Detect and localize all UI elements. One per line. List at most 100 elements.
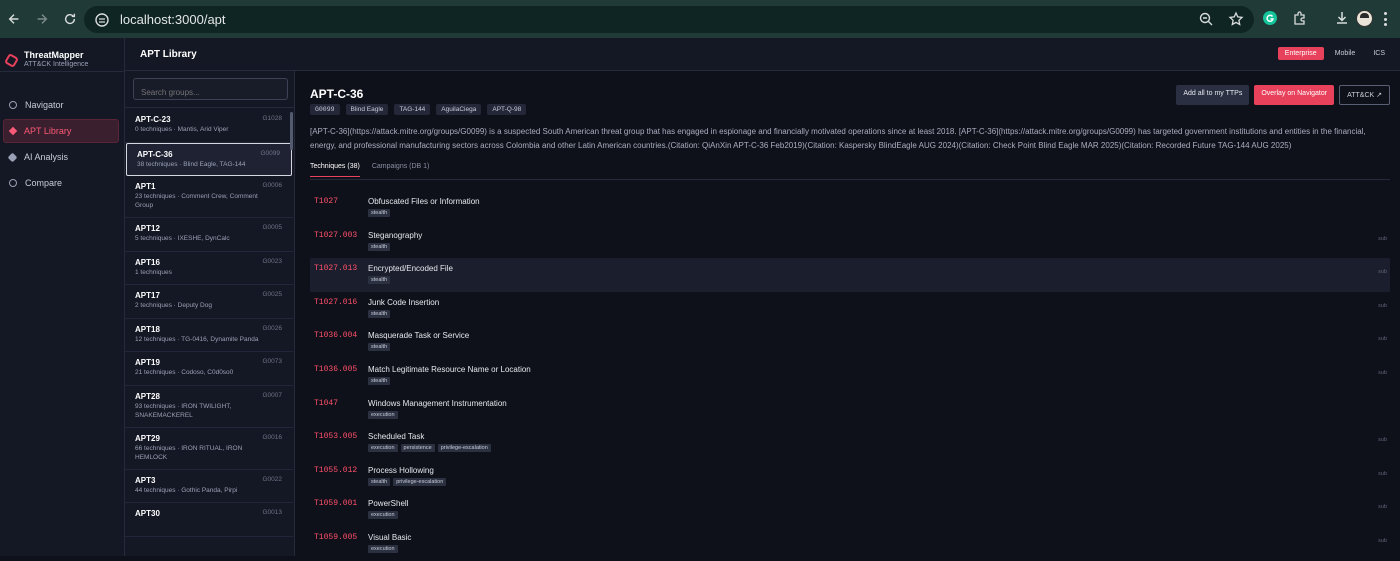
group-meta: 93 techniques · IRON TWILIGHT, SNAKEMACK… [135, 402, 232, 419]
nav-item-navigator[interactable]: Navigator [3, 93, 119, 117]
group-id: G0026 [262, 324, 282, 332]
group-id: G0005 [262, 224, 282, 231]
group-item[interactable]: APT12 5 techniques · IXESHE, DynCalc G00… [125, 218, 293, 252]
technique-id[interactable]: T1036.004 [314, 331, 357, 340]
technique-id[interactable]: T1053.005 [314, 432, 357, 441]
tactic-tag: stealth [368, 343, 391, 352]
group-id: G1028 [262, 115, 282, 122]
group-meta: 1 techniques [135, 268, 172, 276]
technique-row[interactable]: T1036.004 Masquerade Task or Service steal… [310, 325, 1390, 359]
matrix-tab-ics[interactable]: ICS [1366, 47, 1392, 60]
tactic-tag: privilege-escalation [393, 477, 447, 486]
technique-id[interactable]: T1055.012 [314, 466, 357, 475]
group-id: G0007 [262, 391, 282, 399]
subtechnique-label: sub [1378, 369, 1387, 376]
group-item[interactable]: APT1 23 techniques · Comment Crew, Comme… [125, 176, 293, 218]
subtechnique-label: sub [1378, 504, 1387, 511]
technique-row[interactable]: T1059.001 PowerShell execution sub [310, 493, 1390, 527]
group-description: [APT-C-36](https://attack.mitre.org/grou… [310, 127, 1366, 150]
tactic-tag: stealth [368, 276, 391, 285]
url-text: localhost:3000/apt [120, 12, 226, 27]
overlay-navigator-button[interactable]: Overlay on Navigator [1254, 85, 1335, 105]
subtechnique-label: sub [1378, 437, 1387, 444]
circle-icon [9, 101, 17, 109]
site-info-icon[interactable] [94, 12, 110, 28]
forward-button[interactable] [30, 7, 54, 31]
technique-row[interactable]: T1027.013 Encrypted/Encoded File stealth su… [310, 258, 1390, 292]
browser-menu-icon[interactable] [1384, 12, 1388, 26]
download-icon[interactable] [1334, 10, 1350, 26]
page-header: APT Library Enterprise Mobile ICS [125, 38, 1400, 71]
group-meta: 66 techniques · IRON RITUAL, IRON HEMLOC… [135, 444, 243, 461]
technique-list: T1027 Obfuscated Files or Information stea… [310, 191, 1390, 561]
tactic-tag: execution [368, 444, 398, 453]
technique-row[interactable]: T1027.016 Junk Code Insertion stealth sub [310, 292, 1390, 326]
tactic-tags: stealth [368, 376, 391, 385]
technique-id[interactable]: T1027.013 [314, 264, 357, 273]
group-id: G0025 [262, 291, 282, 298]
technique-id[interactable]: T1027.016 [314, 298, 357, 307]
group-id: G0023 [262, 257, 282, 265]
group-meta: 5 techniques · IXESHE, DynCalc [135, 235, 230, 242]
address-bar[interactable]: localhost:3000/apt [84, 6, 1254, 33]
matrix-tab-enterprise[interactable]: Enterprise [1277, 47, 1324, 60]
tab-campaigns[interactable]: Campaigns (DB 1) [372, 163, 430, 177]
group-item-selected[interactable]: APT-C-36 38 techniques · Blind Eagle, TA… [126, 142, 292, 176]
tactic-tag: persistence [400, 444, 435, 453]
technique-name: Windows Management Instrumentation [368, 398, 507, 408]
technique-id[interactable]: T1027.003 [314, 231, 357, 240]
technique-row[interactable]: T1036.005 Match Legitimate Resource Name … [310, 359, 1390, 393]
nav-item-label: APT Library [24, 126, 72, 136]
technique-name: Encrypted/Encoded File [368, 264, 453, 274]
group-title: APT-C-36 [310, 87, 364, 101]
technique-row[interactable]: T1059.005 Visual Basic execution sub [310, 527, 1390, 561]
group-meta: 21 techniques · Codoso, C0d0so0 [135, 369, 234, 376]
tactic-tag: stealth [368, 309, 391, 318]
scrollbar-thumb[interactable] [290, 112, 293, 150]
search-input[interactable] [133, 78, 288, 100]
tactic-tags: stealth [368, 209, 391, 217]
group-item[interactable]: APT28 93 techniques · IRON TWILIGHT, SNA… [125, 386, 293, 428]
technique-row[interactable]: T1047 Windows Management Instrumentation e… [310, 393, 1390, 427]
grammarly-extension-icon[interactable] [1262, 10, 1278, 26]
tactic-tag: stealth [368, 376, 391, 385]
bookmark-star-icon[interactable] [1228, 11, 1244, 27]
sidebar: ThreatMapper ATT&CK Intelligence Navigat… [0, 38, 125, 556]
back-button[interactable] [2, 7, 26, 31]
technique-row[interactable]: T1027.003 Steganography stealth sub [310, 225, 1390, 259]
group-item[interactable]: APT3 44 techniques · Gothic Panda, Pirpi… [125, 470, 293, 503]
nav-item-compare[interactable]: Compare [3, 171, 119, 195]
tactic-tag: execution [368, 410, 398, 419]
technique-row[interactable]: T1055.012 Process Hollowing stealth privile… [310, 460, 1390, 494]
group-item[interactable]: APT30 G0013 [125, 503, 293, 537]
group-item[interactable]: APT29 66 techniques · IRON RITUAL, IRON … [125, 428, 293, 470]
group-meta: 38 techniques · Blind Eagle, TAG-144 [137, 160, 246, 168]
nav-item-ai-analysis[interactable]: AI Analysis [3, 145, 119, 169]
extensions-puzzle-icon[interactable] [1292, 10, 1308, 26]
technique-id[interactable]: T1059.001 [314, 499, 357, 508]
group-item[interactable]: APT19 21 techniques · Codoso, C0d0so0 G0… [125, 352, 293, 386]
add-all-ttps-button[interactable]: Add all to my TTPs [1176, 85, 1250, 105]
back-arrow-icon [8, 14, 19, 24]
profile-avatar[interactable] [1356, 10, 1373, 27]
tab-techniques[interactable]: Techniques (38) [310, 163, 360, 177]
technique-id[interactable]: T1059.005 [314, 533, 357, 542]
technique-name: Steganography [368, 230, 423, 240]
reload-button[interactable] [58, 7, 82, 31]
group-item[interactable]: APT-C-23 0 techniques · Mantis, Arid Vip… [125, 109, 293, 143]
group-id: G0022 [262, 475, 282, 483]
zoom-icon[interactable] [1198, 11, 1214, 27]
group-item[interactable]: APT18 12 techniques · TG-0416, Dynamite … [125, 319, 293, 352]
technique-name: Visual Basic [368, 532, 412, 542]
nav-item-apt-library[interactable]: APT Library [3, 119, 119, 143]
technique-id[interactable]: T1047 [314, 399, 338, 408]
group-item[interactable]: APT17 2 techniques · Deputy Dog G0025 [125, 285, 293, 319]
technique-id[interactable]: T1036.005 [314, 365, 357, 374]
technique-id[interactable]: T1027 [314, 197, 338, 206]
technique-row[interactable]: T1053.005 Scheduled Task execution persiste… [310, 426, 1390, 460]
attack-link-button[interactable]: ATT&CK ↗ [1339, 85, 1390, 105]
group-item[interactable]: APT16 1 techniques G0023 [125, 252, 293, 285]
group-meta: 23 techniques · Comment Crew, Comment Gr… [135, 193, 258, 209]
technique-row[interactable]: T1027 Obfuscated Files or Information stea… [310, 191, 1390, 225]
matrix-tab-mobile[interactable]: Mobile [1328, 47, 1363, 60]
